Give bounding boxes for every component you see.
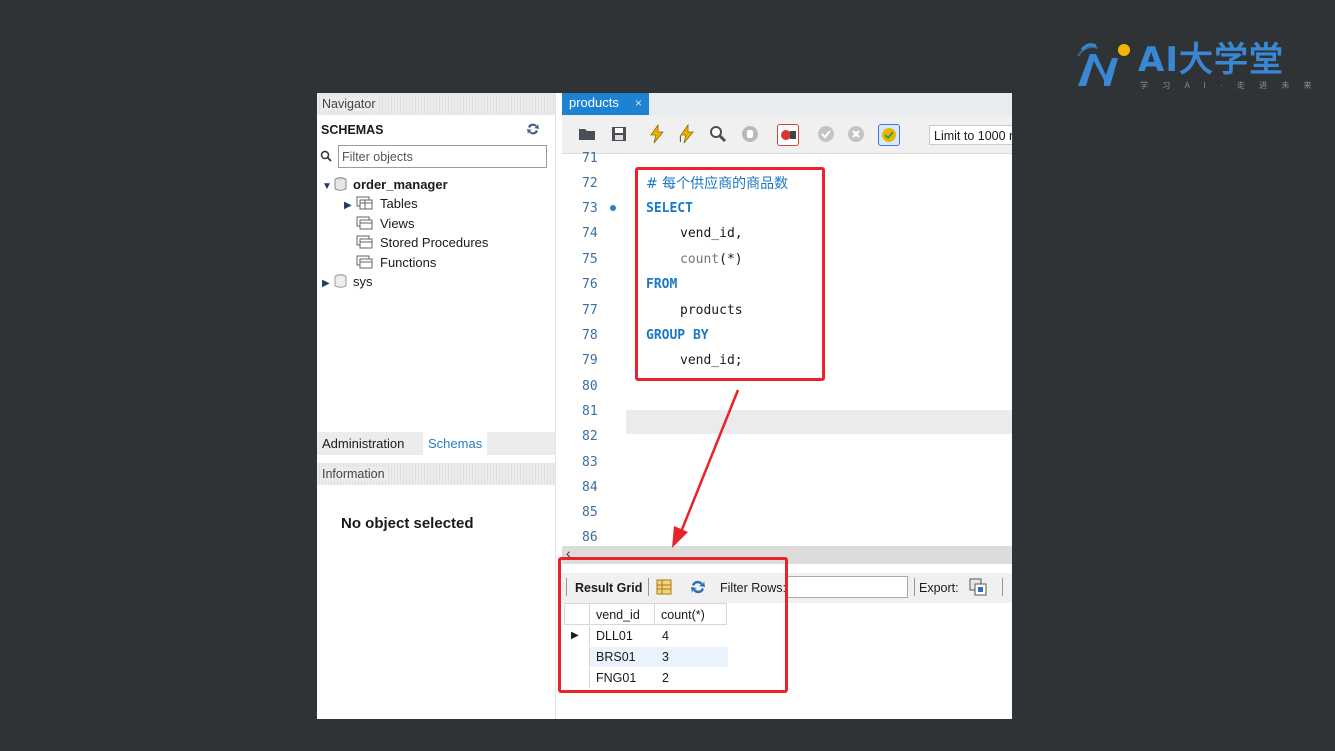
annotation-arrow-icon — [672, 389, 740, 548]
